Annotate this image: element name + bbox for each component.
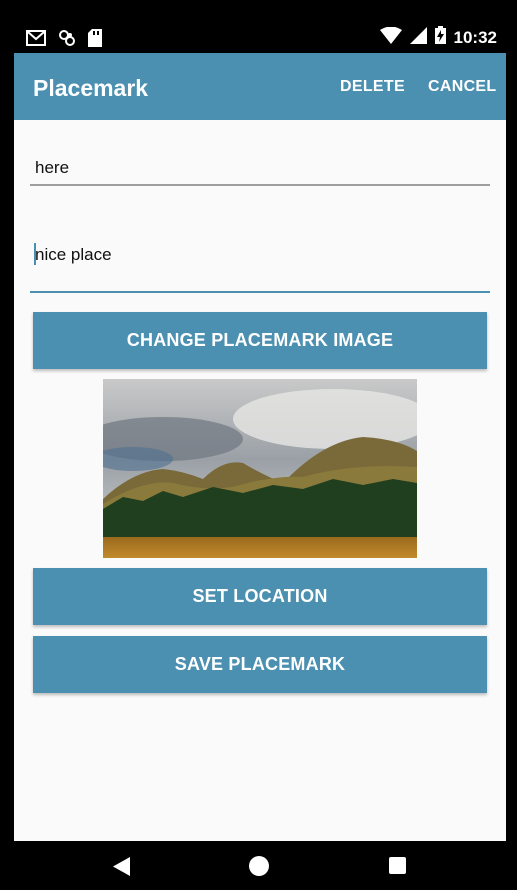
recent-apps-icon[interactable] bbox=[389, 857, 406, 874]
delete-button[interactable]: DELETE bbox=[340, 78, 405, 96]
cancel-button[interactable]: CANCEL bbox=[428, 78, 496, 96]
placemark-screen: Placemark DELETE CANCEL here nice place … bbox=[14, 53, 506, 841]
app-toolbar: Placemark DELETE CANCEL bbox=[14, 53, 506, 120]
placemark-image bbox=[83, 379, 433, 558]
set-location-button-label: SET LOCATION bbox=[192, 586, 328, 606]
save-placemark-button-label: SAVE PLACEMARK bbox=[174, 654, 346, 674]
wifi-icon bbox=[379, 26, 402, 49]
page-title: Placemark bbox=[33, 75, 149, 101]
description-field-value: nice place bbox=[35, 245, 112, 264]
set-location-button[interactable]: SET LOCATION bbox=[33, 568, 487, 625]
description-field[interactable]: nice place bbox=[30, 238, 490, 296]
status-time: 10:32 bbox=[453, 27, 497, 47]
mountain-landscape-photo bbox=[83, 379, 433, 558]
change-image-button[interactable]: CHANGE PLACEMARK IMAGE bbox=[33, 312, 487, 369]
back-icon[interactable] bbox=[113, 857, 130, 881]
sync-icon bbox=[58, 29, 76, 52]
battery-charging-icon bbox=[434, 26, 446, 49]
description-field-underline bbox=[30, 291, 490, 293]
cell-signal-icon bbox=[409, 26, 427, 49]
navigation-bar bbox=[0, 841, 517, 890]
title-field-underline bbox=[30, 184, 490, 186]
home-icon[interactable] bbox=[249, 856, 269, 876]
change-image-button-label: CHANGE PLACEMARK IMAGE bbox=[126, 330, 394, 350]
gmail-icon bbox=[26, 30, 46, 51]
save-placemark-button[interactable]: SAVE PLACEMARK bbox=[33, 636, 487, 693]
sd-card-icon bbox=[88, 29, 102, 52]
title-field[interactable]: here bbox=[30, 150, 490, 190]
title-field-value: here bbox=[35, 158, 70, 177]
status-bar: 10:32 bbox=[0, 0, 517, 53]
